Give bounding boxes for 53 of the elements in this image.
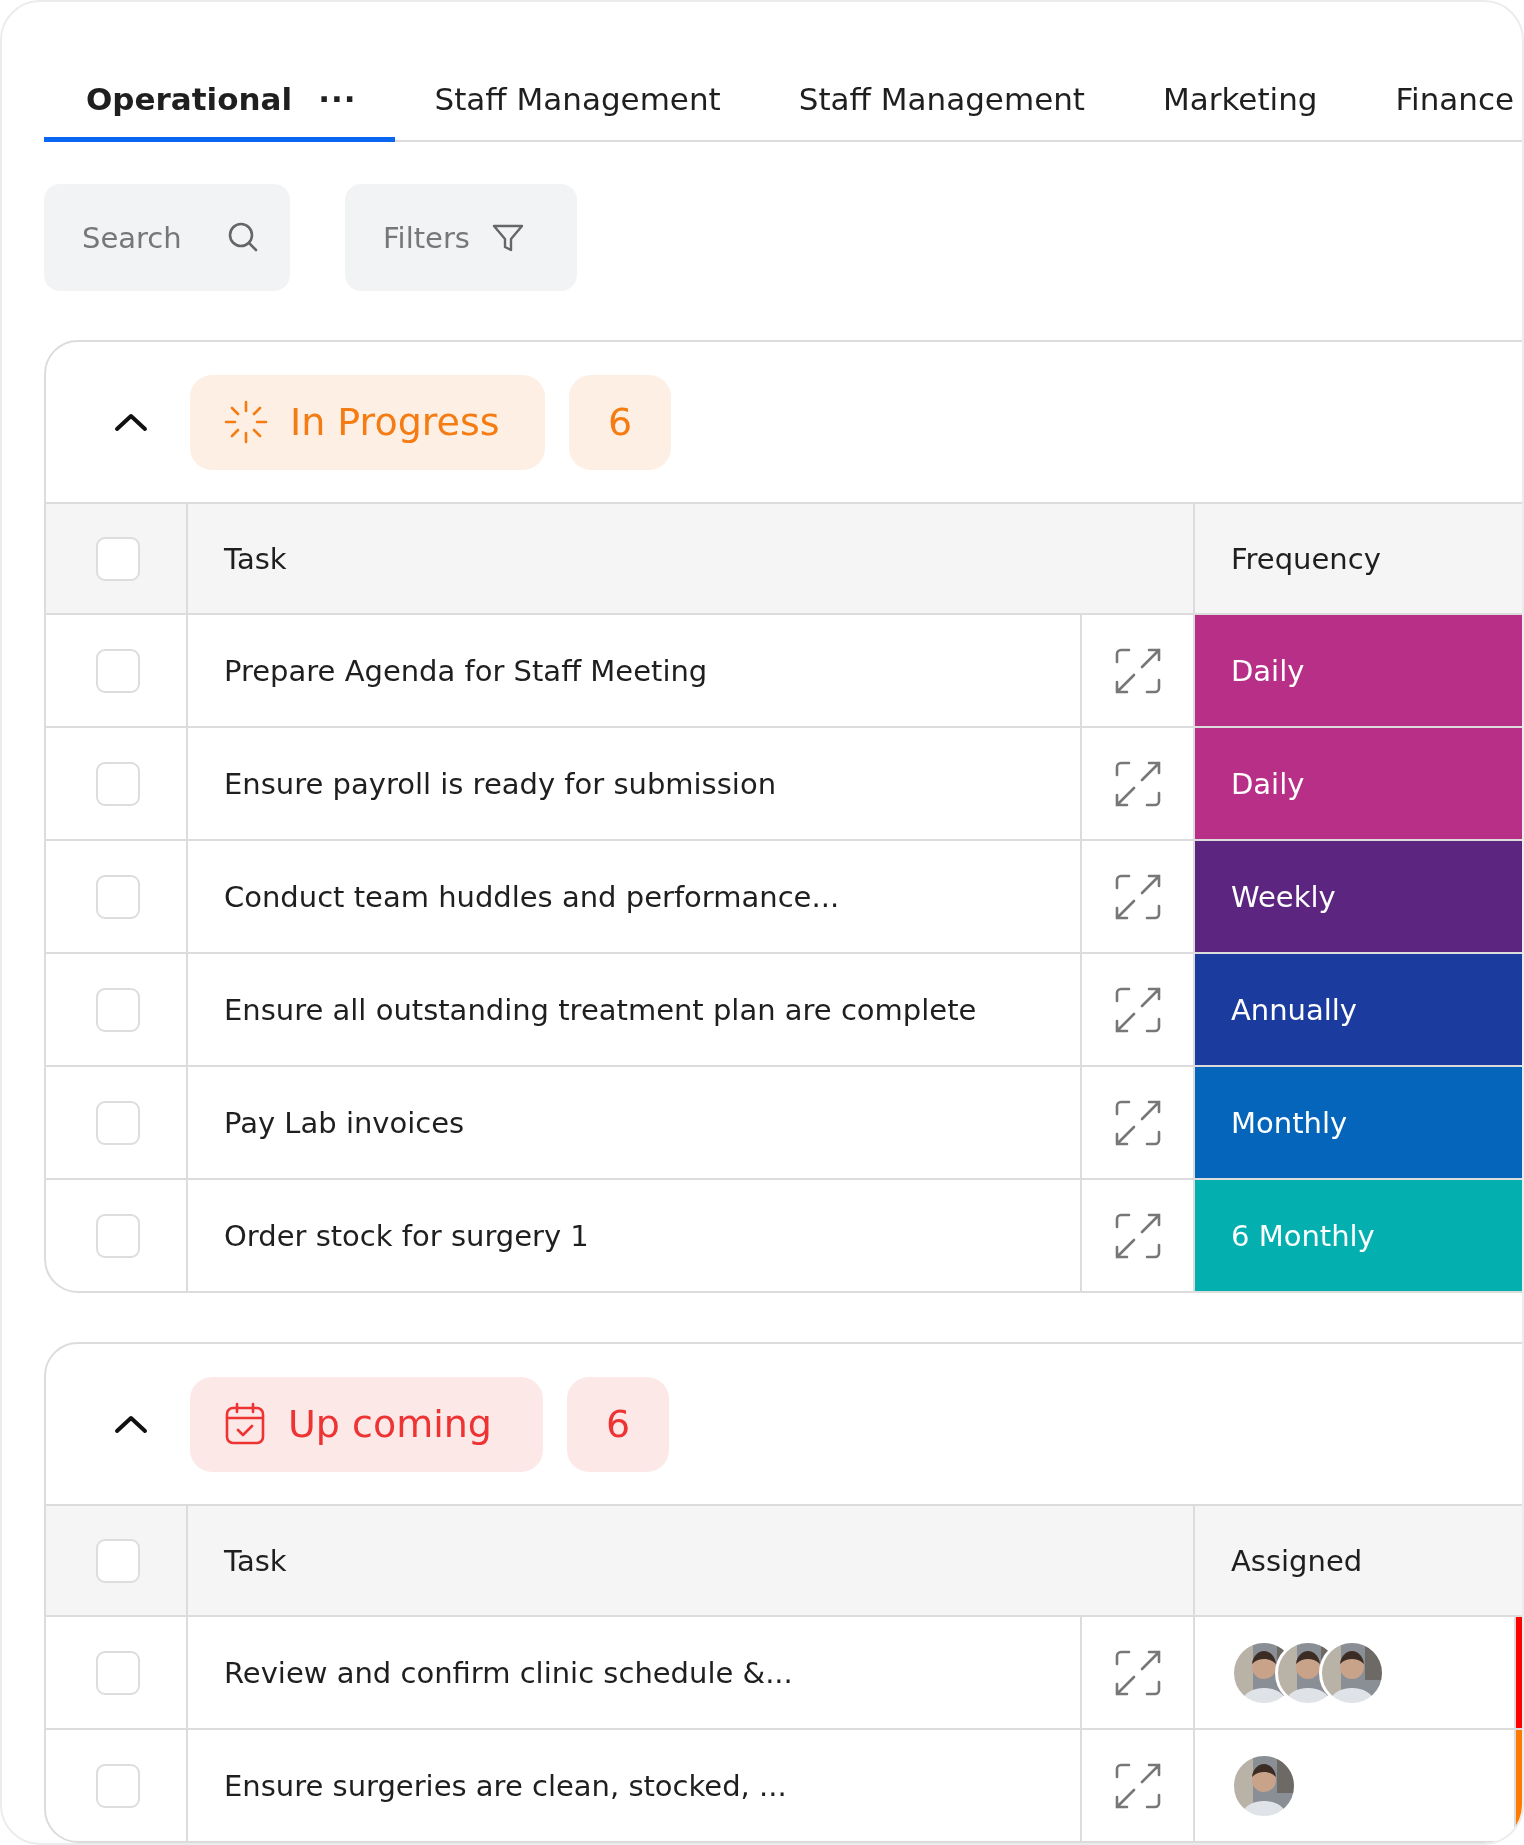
task-name: Ensure all outstanding treatment plan are complete: [224, 992, 977, 1027]
checkbox[interactable]: [96, 1538, 140, 1583]
task-name: Prepare Agenda for Staff Meeting: [224, 653, 708, 688]
loading-icon: [224, 400, 268, 444]
frequency-tag[interactable]: Monthly: [1195, 1067, 1522, 1178]
task-name: Conduct team huddles and performance...: [224, 879, 840, 914]
collapse-icon[interactable]: [114, 1414, 148, 1434]
column-header: Assigned: [1231, 1543, 1363, 1578]
checkbox[interactable]: [96, 1650, 140, 1695]
tab[interactable]: Marketing: [1124, 60, 1357, 142]
tab[interactable]: Operational ···: [44, 60, 396, 142]
status-label: Up coming: [288, 1402, 492, 1446]
tab[interactable]: Staff Management: [759, 60, 1124, 142]
expand-icon[interactable]: [1114, 1762, 1161, 1809]
checkbox[interactable]: [96, 1763, 140, 1808]
expand-icon[interactable]: [1114, 647, 1161, 694]
checkbox[interactable]: [96, 874, 140, 919]
checkbox[interactable]: [96, 987, 140, 1032]
expand-icon[interactable]: [1114, 1212, 1161, 1259]
expand-icon[interactable]: [1114, 1099, 1161, 1146]
status-label: In Progress: [290, 400, 500, 444]
checkbox[interactable]: [96, 648, 140, 693]
task-name: Ensure surgeries are clean, stocked, ...: [224, 1768, 787, 1803]
search-field[interactable]: Search: [44, 184, 290, 291]
filter-icon: [491, 222, 524, 253]
frequency-tag[interactable]: Annually: [1195, 954, 1522, 1065]
calendar-icon: [224, 1402, 266, 1446]
more-menu[interactable]: ···: [318, 80, 357, 117]
task-name: Order stock for surgery 1: [224, 1218, 589, 1253]
column-header: Task: [224, 541, 287, 576]
checkbox[interactable]: [96, 1100, 140, 1145]
tab[interactable]: Finance: [1356, 60, 1522, 142]
task-name: Review and confirm clinic schedule &...: [224, 1655, 793, 1690]
expand-icon[interactable]: [1114, 1649, 1161, 1696]
task-name: Ensure payroll is ready for submission: [224, 766, 776, 801]
collapse-icon[interactable]: [114, 412, 148, 432]
column-header: Task: [224, 1543, 287, 1578]
filters-button[interactable]: Filters: [345, 184, 577, 291]
expand-icon[interactable]: [1114, 760, 1161, 807]
frequency-tag[interactable]: Daily: [1195, 615, 1522, 726]
search-icon: [228, 222, 258, 252]
checkbox[interactable]: [96, 536, 140, 581]
frequency-tag[interactable]: Weekly: [1195, 841, 1522, 952]
count-badge: 6: [569, 374, 671, 470]
checkbox[interactable]: [96, 761, 140, 806]
task-name: Pay Lab invoices: [224, 1105, 465, 1140]
expand-icon[interactable]: [1114, 986, 1161, 1033]
column-header: Frequency: [1231, 541, 1381, 576]
checkbox[interactable]: [96, 1213, 140, 1258]
frequency-tag[interactable]: Daily: [1195, 728, 1522, 839]
expand-icon[interactable]: [1114, 873, 1161, 920]
count-badge: 6: [567, 1376, 669, 1472]
tab[interactable]: Staff Management: [395, 60, 760, 142]
